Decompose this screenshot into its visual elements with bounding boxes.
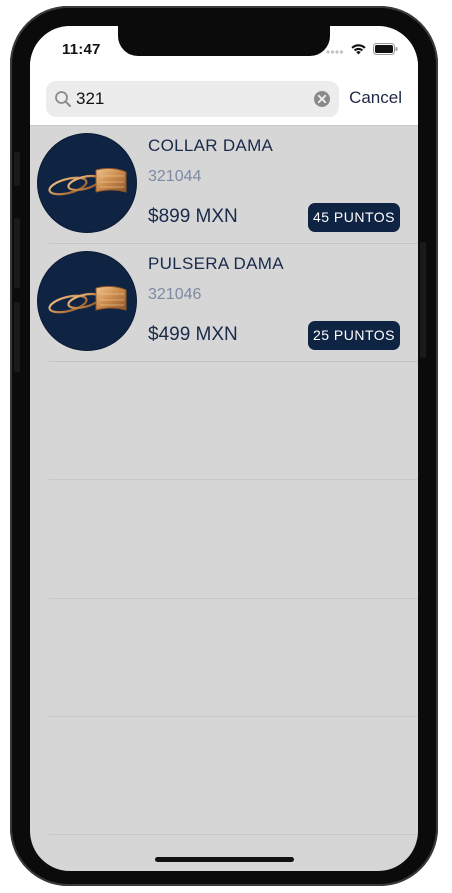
gold-rings-icon xyxy=(48,285,127,314)
screen: 11:47 321 Cancel COLLAR DAMA 321044 $899… xyxy=(30,26,418,871)
row-divider xyxy=(49,716,418,717)
status-time: 11:47 xyxy=(62,41,101,58)
results-list: COLLAR DAMA 321044 $899 MXN 45 PUNTOS PU… xyxy=(30,126,418,362)
product-name: COLLAR DAMA xyxy=(148,136,274,155)
row-divider xyxy=(49,361,418,362)
product-code: 321044 xyxy=(148,168,202,185)
search-input[interactable] xyxy=(76,88,296,110)
wifi-icon xyxy=(350,42,367,60)
product-image xyxy=(38,252,136,350)
product-name: PULSERA DAMA xyxy=(148,254,284,273)
product-code: 321046 xyxy=(148,286,202,303)
result-row[interactable]: COLLAR DAMA 321044 $899 MXN 45 PUNTOS xyxy=(30,126,418,244)
product-price: $499 MXN xyxy=(148,324,238,345)
row-divider xyxy=(49,598,418,599)
result-row[interactable]: PULSERA DAMA 321046 $499 MXN 25 PUNTOS xyxy=(30,244,418,362)
points-badge: 25 PUNTOS xyxy=(307,321,400,350)
status-icons xyxy=(326,42,398,60)
search-icon xyxy=(54,90,72,108)
points-badge: 45 PUNTOS xyxy=(307,203,400,232)
gold-rings-icon xyxy=(48,167,127,196)
cancel-button[interactable]: Cancel xyxy=(349,88,402,108)
home-indicator[interactable] xyxy=(155,857,294,862)
search-bar[interactable] xyxy=(46,81,339,117)
volume-up-button xyxy=(14,218,20,288)
signal-dots-icon xyxy=(326,42,344,60)
product-image xyxy=(38,134,136,232)
product-price: $899 MXN xyxy=(148,206,238,227)
notch xyxy=(118,26,330,56)
battery-icon xyxy=(373,42,398,60)
row-divider xyxy=(49,834,418,835)
clear-search-icon[interactable] xyxy=(313,90,331,108)
mute-switch xyxy=(14,152,20,186)
power-button xyxy=(420,242,426,358)
row-divider xyxy=(49,479,418,480)
volume-down-button xyxy=(14,302,20,372)
